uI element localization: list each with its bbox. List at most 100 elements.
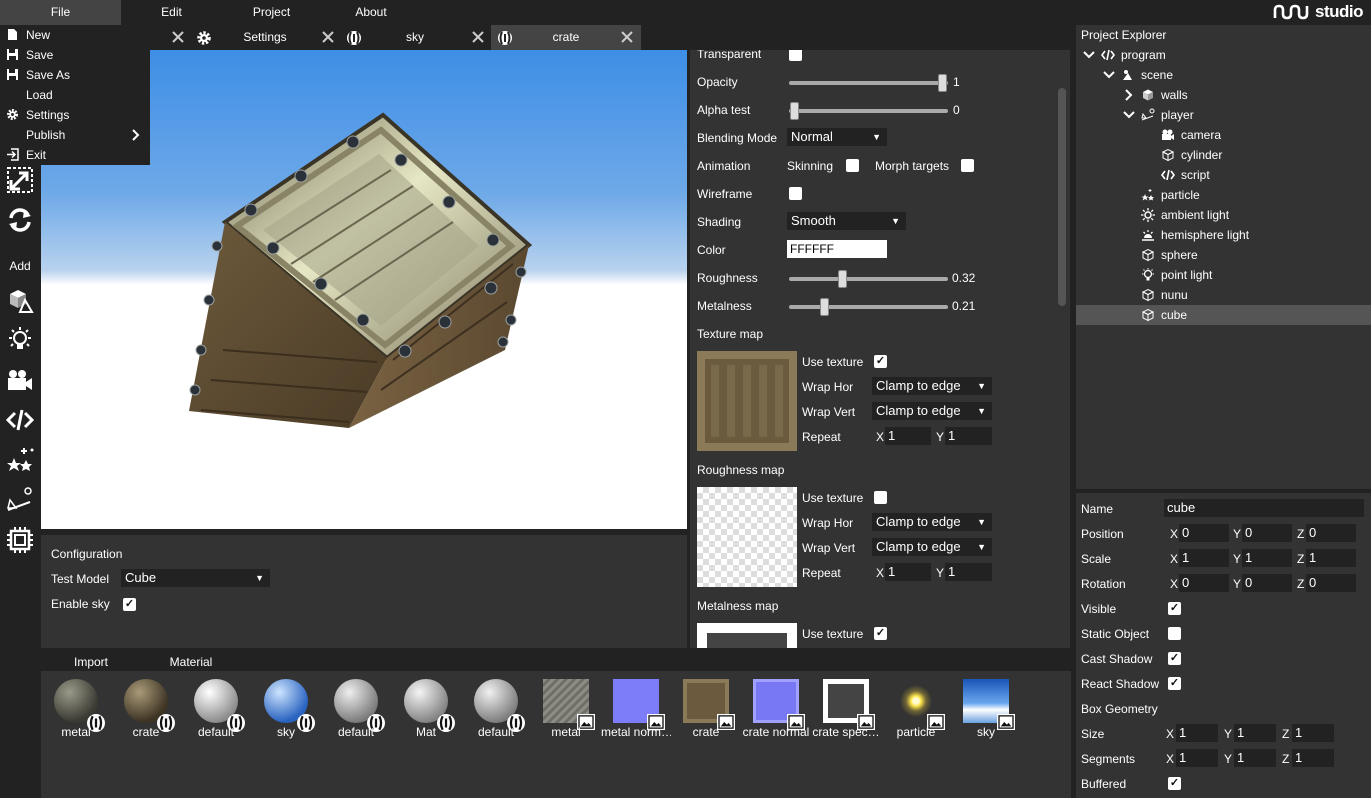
react-shadow-checkbox[interactable]: ✓ <box>1168 677 1181 690</box>
size-z-input[interactable]: 1 <box>1292 724 1334 742</box>
tab-sky[interactable]: sky <box>340 25 490 50</box>
static-object-checkbox[interactable] <box>1168 627 1181 640</box>
metalness-slider-track[interactable] <box>789 305 948 309</box>
texture-map-preview[interactable] <box>697 351 797 451</box>
close-icon[interactable] <box>470 29 486 45</box>
alpha-test-slider-thumb[interactable] <box>790 102 799 120</box>
asset-item[interactable]: crate <box>111 676 176 746</box>
menu-file[interactable]: File <box>0 0 121 25</box>
rotation-z-input[interactable]: 0 <box>1306 574 1356 592</box>
wireframe-checkbox[interactable] <box>789 187 802 200</box>
tree-item-nunu[interactable]: nunu <box>1076 285 1371 305</box>
asset-item[interactable]: metal <box>531 676 596 746</box>
asset-item[interactable]: default <box>181 676 246 746</box>
tree-item-script[interactable]: script <box>1076 165 1371 185</box>
position-x-input[interactable]: 0 <box>1179 524 1229 542</box>
opacity-slider-thumb[interactable] <box>938 74 947 92</box>
texture-repeat-x-input[interactable]: 1 <box>885 427 931 445</box>
roughness-repeat-x-input[interactable]: 1 <box>885 563 931 581</box>
material-menu[interactable]: Material <box>141 651 241 671</box>
rotation-x-input[interactable]: 0 <box>1179 574 1229 592</box>
buffered-checkbox[interactable]: ✓ <box>1168 777 1181 790</box>
tree-item-hemisphere-light[interactable]: hemisphere light <box>1076 225 1371 245</box>
asset-item[interactable]: default <box>461 676 526 746</box>
file-menu-publish[interactable]: Publish <box>0 125 150 145</box>
tree-item-cube[interactable]: cube <box>1076 305 1371 325</box>
asset-item[interactable]: crate spec… <box>811 676 880 746</box>
tree-item-camera[interactable]: camera <box>1076 125 1371 145</box>
asset-item[interactable]: default <box>321 676 386 746</box>
morph-targets-checkbox[interactable] <box>961 159 974 172</box>
cast-shadow-checkbox[interactable]: ✓ <box>1168 652 1181 665</box>
texture-wrap-vert-select[interactable]: Clamp to edge ▼ <box>872 402 992 420</box>
menu-edit[interactable]: Edit <box>121 0 222 25</box>
file-menu-exit[interactable]: Exit <box>0 145 150 165</box>
inspector-scrollbar[interactable] <box>1058 88 1066 306</box>
shading-select[interactable]: Smooth ▼ <box>787 212 906 230</box>
asset-item[interactable]: particle <box>881 676 946 746</box>
close-icon[interactable] <box>320 29 336 45</box>
name-input[interactable]: cube <box>1164 499 1364 517</box>
close-icon[interactable] <box>619 29 635 45</box>
metalness-slider-thumb[interactable] <box>820 298 829 316</box>
close-icon[interactable] <box>170 29 186 45</box>
scale-y-input[interactable]: 1 <box>1242 549 1292 567</box>
file-menu-settings[interactable]: Settings <box>0 105 150 125</box>
position-z-input[interactable]: 0 <box>1306 524 1356 542</box>
chevron-right-icon[interactable] <box>1122 88 1136 102</box>
tree-item-ambient-light[interactable]: ambient light <box>1076 205 1371 225</box>
position-y-input[interactable]: 0 <box>1242 524 1292 542</box>
blending-mode-select[interactable]: Normal ▼ <box>787 128 887 146</box>
tree-item-sphere[interactable]: sphere <box>1076 245 1371 265</box>
add-physics-tool[interactable] <box>5 485 35 515</box>
add-geometry-tool[interactable] <box>5 285 35 315</box>
metalness-use-texture-checkbox[interactable]: ✓ <box>874 627 887 640</box>
tree-item-program[interactable]: program <box>1076 45 1371 65</box>
segments-z-input[interactable]: 1 <box>1292 749 1334 767</box>
tab-crate[interactable]: crate <box>491 25 641 50</box>
chevron-down-icon[interactable] <box>1102 68 1116 82</box>
file-menu-load[interactable]: Load <box>0 85 150 105</box>
texture-use-texture-checkbox[interactable]: ✓ <box>874 355 887 368</box>
file-menu-save[interactable]: Save <box>0 45 150 65</box>
tree-item-point-light[interactable]: point light <box>1076 265 1371 285</box>
file-menu-save-as[interactable]: Save As <box>0 65 150 85</box>
add-script-tool[interactable] <box>5 405 35 435</box>
enable-sky-checkbox[interactable]: ✓ <box>123 598 136 611</box>
add-misc-tool[interactable] <box>5 525 35 555</box>
asset-item[interactable]: crate normal <box>741 676 809 746</box>
asset-item[interactable]: sky <box>951 676 1016 746</box>
roughness-slider-track[interactable] <box>789 277 948 281</box>
tree-item-walls[interactable]: walls <box>1076 85 1371 105</box>
resize-tool[interactable] <box>5 165 35 195</box>
roughness-repeat-y-input[interactable]: 1 <box>945 563 992 581</box>
roughness-slider-thumb[interactable] <box>838 270 847 288</box>
tab-previous[interactable] <box>150 25 190 50</box>
tree-item-cylinder[interactable]: cylinder <box>1076 145 1371 165</box>
add-camera-tool[interactable] <box>5 365 35 395</box>
add-effects-tool[interactable] <box>5 445 35 475</box>
chevron-down-icon[interactable] <box>1082 48 1096 62</box>
roughness-map-preview[interactable] <box>697 487 797 587</box>
transparent-checkbox[interactable] <box>789 50 802 61</box>
alpha-test-slider-track[interactable] <box>789 109 948 113</box>
visible-checkbox[interactable]: ✓ <box>1168 602 1181 615</box>
import-menu[interactable]: Import <box>41 651 141 671</box>
asset-item[interactable]: metal norm… <box>601 676 671 746</box>
opacity-slider-track[interactable] <box>789 81 948 85</box>
texture-repeat-y-input[interactable]: 1 <box>945 427 992 445</box>
roughness-wrap-vert-select[interactable]: Clamp to edge ▼ <box>872 538 992 556</box>
tab-settings[interactable]: Settings <box>190 25 340 50</box>
file-menu-new[interactable]: New <box>0 25 150 45</box>
menu-about[interactable]: About <box>321 0 421 25</box>
chevron-down-icon[interactable] <box>1122 108 1136 122</box>
color-input[interactable]: FFFFFF <box>787 240 887 258</box>
scale-x-input[interactable]: 1 <box>1179 549 1229 567</box>
roughness-wrap-hor-select[interactable]: Clamp to edge ▼ <box>872 513 992 531</box>
asset-item[interactable]: metal <box>41 676 106 746</box>
asset-item[interactable]: crate <box>671 676 736 746</box>
texture-wrap-hor-select[interactable]: Clamp to edge ▼ <box>872 377 992 395</box>
rotate-tool[interactable] <box>5 205 35 235</box>
size-y-input[interactable]: 1 <box>1234 724 1276 742</box>
add-light-tool[interactable] <box>5 325 35 355</box>
